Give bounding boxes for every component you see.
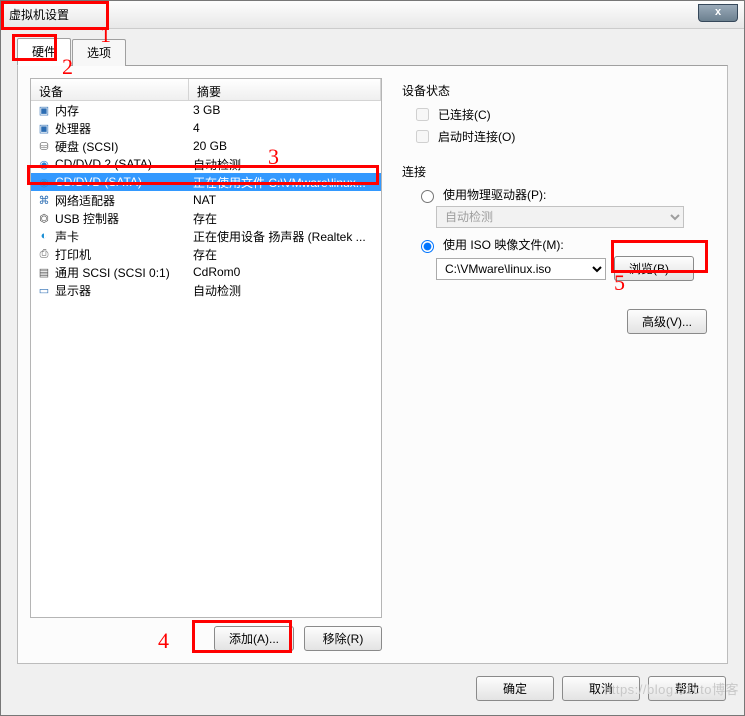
device-name: 显示器	[55, 282, 91, 299]
connection-group: 连接 使用物理驱动器(P): 自动检测 使用 ISO 映像文件(M):	[402, 163, 711, 334]
device-summary: 自动检测	[189, 156, 381, 173]
device-summary: 存在	[189, 246, 381, 263]
device-summary: 3 GB	[189, 103, 381, 117]
device-summary: 20 GB	[189, 139, 381, 153]
device-summary: 自动检测	[189, 282, 381, 299]
hardware-list-pane: 设备 摘要 ▣ 内存 3 GB ▣ 处理器 4 ⛁ 硬盘 (SCSI) 20 GB ◉ CD/DVD…	[30, 78, 382, 651]
col-header-summary[interactable]: 摘要	[189, 79, 381, 100]
hardware-buttons: 添加(A)... 移除(R)	[30, 618, 382, 651]
iso-path-combo[interactable]: C:\VMware\linux.iso	[436, 258, 606, 280]
ok-button[interactable]: 确定	[476, 676, 554, 701]
physical-drive-label: 使用物理驱动器(P):	[443, 186, 546, 203]
device-name: 声卡	[55, 228, 79, 245]
table-row[interactable]: ⌘ 网络适配器 NAT	[31, 191, 381, 209]
iso-radio-row[interactable]: 使用 ISO 映像文件(M):	[416, 236, 711, 253]
physical-drive-radio-row[interactable]: 使用物理驱动器(P):	[416, 186, 711, 203]
device-name: 通用 SCSI (SCSI 0:1)	[55, 264, 170, 281]
watermark: https://blog.51cto博客	[604, 679, 739, 698]
device-icon: ◉	[37, 175, 51, 189]
device-name: 内存	[55, 102, 79, 119]
device-icon: ◉	[37, 157, 51, 171]
device-icon: ⛁	[37, 139, 51, 153]
connected-checkbox-row[interactable]: 已连接(C)	[412, 105, 711, 124]
device-summary: NAT	[189, 193, 381, 207]
physical-drive-select[interactable]: 自动检测	[436, 206, 684, 228]
device-status-title: 设备状态	[402, 82, 711, 99]
device-name: CD/DVD 2 (SATA)	[55, 157, 152, 171]
connect-at-poweron-label: 启动时连接(O)	[438, 128, 515, 145]
device-icon: ⏣	[37, 211, 51, 225]
table-row[interactable]: ◉ CD/DVD 2 (SATA) 自动检测	[31, 155, 381, 173]
advanced-row: 高级(V)...	[402, 309, 711, 334]
connect-at-poweron-checkbox[interactable]	[416, 130, 429, 143]
table-row[interactable]: ▭ 显示器 自动检测	[31, 281, 381, 299]
dialog-body: 设备 摘要 ▣ 内存 3 GB ▣ 处理器 4 ⛁ 硬盘 (SCSI) 20 GB ◉ CD/DVD…	[17, 65, 728, 664]
device-status-group: 设备状态 已连接(C) 启动时连接(O)	[402, 82, 711, 149]
physical-drive-radio[interactable]	[421, 190, 434, 203]
tab-options[interactable]: 选项	[72, 39, 126, 66]
table-row[interactable]: ⏣ USB 控制器 存在	[31, 209, 381, 227]
device-summary: 正在使用文件 C:\VMware\linux...	[189, 174, 381, 191]
device-icon: ◐	[37, 229, 51, 243]
device-icon: ▣	[37, 103, 51, 117]
device-name: 网络适配器	[55, 192, 115, 209]
device-summary: 正在使用设备 扬声器 (Realtek ...	[189, 228, 381, 245]
hardware-table: 设备 摘要 ▣ 内存 3 GB ▣ 处理器 4 ⛁ 硬盘 (SCSI) 20 GB ◉ CD/DVD…	[30, 78, 382, 618]
remove-button[interactable]: 移除(R)	[304, 626, 382, 651]
iso-radio[interactable]	[421, 240, 434, 253]
add-button[interactable]: 添加(A)...	[214, 626, 294, 651]
device-icon: ⌘	[37, 193, 51, 207]
browse-button[interactable]: 浏览(B)...	[614, 256, 694, 281]
physical-drive-select-row: 自动检测	[436, 206, 711, 228]
col-header-device[interactable]: 设备	[31, 79, 189, 100]
device-detail-pane: 设备状态 已连接(C) 启动时连接(O) 连接 使用物理驱动器(P):	[398, 78, 715, 651]
connected-checkbox[interactable]	[416, 108, 429, 121]
connect-at-poweron-row[interactable]: 启动时连接(O)	[412, 127, 711, 146]
table-row[interactable]: ◉ CD/DVD (SATA) 正在使用文件 C:\VMware\linux...	[31, 173, 381, 191]
table-row[interactable]: ⎙ 打印机 存在	[31, 245, 381, 263]
table-row[interactable]: ⛁ 硬盘 (SCSI) 20 GB	[31, 137, 381, 155]
tab-strip: 硬件 选项	[1, 29, 744, 65]
hardware-table-body: ▣ 内存 3 GB ▣ 处理器 4 ⛁ 硬盘 (SCSI) 20 GB ◉ CD/DVD 2 (SA…	[31, 101, 381, 617]
hardware-table-header: 设备 摘要	[31, 79, 381, 101]
device-summary: CdRom0	[189, 265, 381, 279]
close-button[interactable]: x	[698, 4, 738, 22]
device-summary: 4	[189, 121, 381, 135]
iso-label: 使用 ISO 映像文件(M):	[443, 236, 564, 253]
window-title: 虚拟机设置	[9, 6, 736, 23]
device-icon: ▭	[37, 283, 51, 297]
vm-settings-dialog: 虚拟机设置 x 硬件 选项 设备 摘要 ▣ 内存 3 GB ▣ 处理器 4 ⛁ 硬盘 (SCS…	[0, 0, 745, 716]
device-name: 打印机	[55, 246, 91, 263]
connection-title: 连接	[402, 163, 711, 180]
table-row[interactable]: ◐ 声卡 正在使用设备 扬声器 (Realtek ...	[31, 227, 381, 245]
device-icon: ▣	[37, 121, 51, 135]
advanced-button[interactable]: 高级(V)...	[627, 309, 707, 334]
device-summary: 存在	[189, 210, 381, 227]
device-icon: ⎙	[37, 247, 51, 261]
iso-path-row: C:\VMware\linux.iso 浏览(B)...	[436, 256, 711, 281]
device-icon: ▤	[37, 265, 51, 279]
device-name: CD/DVD (SATA)	[55, 175, 142, 189]
device-name: 处理器	[55, 120, 91, 137]
table-row[interactable]: ▣ 内存 3 GB	[31, 101, 381, 119]
device-name: 硬盘 (SCSI)	[55, 138, 118, 155]
device-name: USB 控制器	[55, 210, 119, 227]
titlebar: 虚拟机设置 x	[1, 1, 744, 29]
tab-hardware[interactable]: 硬件	[17, 38, 71, 66]
table-row[interactable]: ▣ 处理器 4	[31, 119, 381, 137]
table-row[interactable]: ▤ 通用 SCSI (SCSI 0:1) CdRom0	[31, 263, 381, 281]
connected-label: 已连接(C)	[438, 106, 491, 123]
